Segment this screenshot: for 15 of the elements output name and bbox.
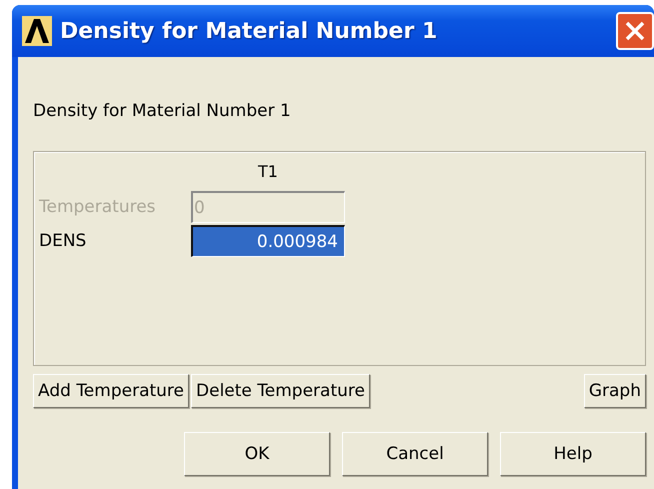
row-label: Temperatures [39, 197, 157, 217]
window-title: Density for Material Number 1 [60, 18, 438, 44]
row-label: DENS [39, 231, 88, 251]
table-action-button[interactable]: Add Temperature [33, 374, 190, 408]
column-header: T1 [258, 162, 278, 181]
dialog-button[interactable]: Cancel [342, 432, 488, 476]
close-button[interactable] [616, 12, 654, 50]
table-action-button[interactable]: Graph [584, 374, 646, 408]
app-logo-icon [22, 16, 52, 46]
table-action-button[interactable]: Delete Temperature [191, 374, 370, 408]
dialog-button[interactable]: OK [184, 432, 330, 476]
dialog-button[interactable]: Help [500, 432, 646, 476]
dialog-heading: Density for Material Number 1 [33, 101, 292, 121]
value-field[interactable]: 0.000984 [191, 225, 345, 257]
close-icon [624, 20, 646, 42]
